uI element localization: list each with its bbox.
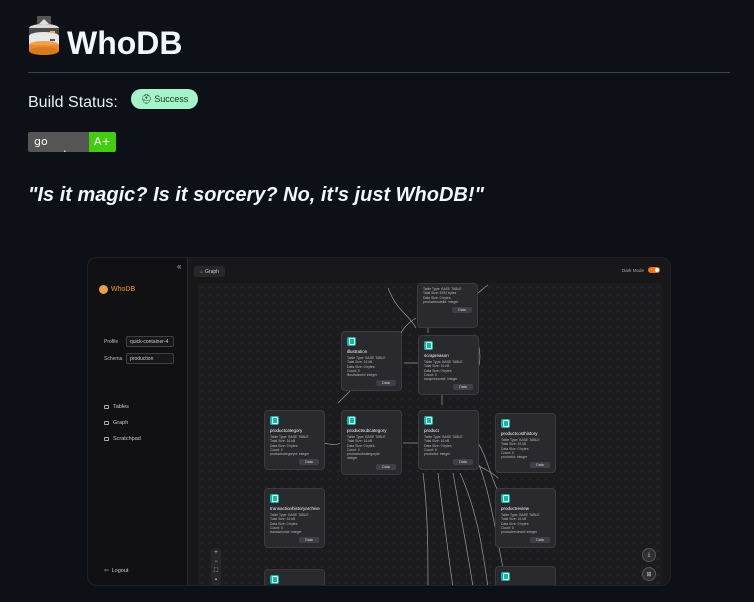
page-title: WhoDB [67, 25, 183, 61]
table-node-productreview[interactable]: productreview Table Type: BASE TABLE Tot… [495, 488, 556, 549]
schema-select[interactable]: production [126, 353, 174, 364]
app-brand-name: WhoDB [111, 286, 136, 293]
table-node-illustration[interactable]: illustration Table Type: BASE TABLE Tota… [341, 331, 402, 392]
table-node[interactable] [495, 566, 556, 585]
schema-row: Schema production [104, 353, 174, 364]
node-line: productcategoryid: integer [270, 452, 310, 457]
whodb-logo-icon [29, 16, 59, 55]
nav-label: Graph [113, 420, 129, 426]
node-line: productid: integer [501, 455, 528, 460]
tagline-quote: "Is it magic? Is it sorcery? No, it's ju… [28, 184, 485, 206]
fit-view-button[interactable]: ⛶ [211, 567, 221, 576]
database-icon [501, 572, 510, 581]
app-brand: WhoDB [99, 285, 135, 294]
logout-button[interactable]: ⇦ Logout [104, 568, 128, 574]
table-node-productcosthistory[interactable]: productcosthistory Table Type: BASE TABL… [495, 413, 556, 474]
node-line: productid: integer [424, 452, 451, 457]
node-name: productcategory [270, 428, 303, 433]
app-sidebar: « WhoDB Profile quick-container-4 Schema… [88, 258, 188, 585]
table-icon [104, 405, 109, 409]
database-icon [270, 416, 279, 425]
breadcrumb-label: Graph [205, 268, 219, 275]
node-line: integer [347, 456, 358, 461]
table-node-product[interactable]: product Table Type: BASE TABLE Total Siz… [418, 410, 479, 471]
node-name: productreview [501, 506, 530, 511]
dark-mode-toggle[interactable]: Dark Mode [622, 267, 660, 273]
node-line: productreviewid: integer [501, 530, 537, 535]
node-data-button[interactable]: Data [453, 459, 473, 466]
node-line: scrapreasonid: integer [424, 377, 458, 382]
node-name: transactionhistoryarchive [270, 506, 320, 511]
database-icon [501, 419, 510, 428]
table-node-productcategory[interactable]: productcategory Table Type: BASE TABLE T… [264, 410, 325, 471]
node-name: productcosthistory [501, 431, 538, 436]
node-name: product [424, 428, 440, 433]
database-icon [424, 416, 433, 425]
app-screenshot: « WhoDB Profile quick-container-4 Schema… [87, 257, 671, 586]
layout-button[interactable]: ⊞ [642, 567, 656, 581]
database-icon [270, 494, 279, 503]
collapse-sidebar-icon[interactable]: « [177, 262, 181, 271]
profile-select[interactable]: quick-container-4 [126, 336, 174, 347]
app-logo-icon [99, 285, 108, 294]
node-name: scrapreason [424, 353, 449, 358]
logout-label: Logout [111, 568, 129, 574]
node-data-button[interactable]: Data [453, 384, 473, 391]
scratchpad-icon [104, 437, 109, 441]
node-name: illustration [347, 349, 368, 354]
schema-label: Schema [104, 355, 123, 362]
table-node[interactable]: Table Type: BASE TABLE Total Size: 8192 … [417, 283, 478, 328]
toggle-switch[interactable] [648, 267, 660, 273]
goreport-badge[interactable]: go report A+ [28, 132, 116, 152]
database-icon [347, 337, 356, 346]
download-button[interactable]: ⤓ [642, 548, 656, 562]
database-icon [270, 575, 279, 584]
app-main: ⌂ Graph Dark Mode Table Type: BASE TABLE… [188, 258, 670, 585]
database-icon [347, 416, 356, 425]
build-status-text: Success [154, 94, 189, 104]
node-data-button[interactable]: Data [530, 537, 550, 544]
node-data-button[interactable]: Data [376, 463, 396, 470]
goreport-label: go report [28, 132, 89, 152]
nav-label: Scratchpad [113, 436, 141, 442]
build-status-label: Build Status: [28, 94, 118, 111]
table-node[interactable] [264, 569, 325, 585]
layout-icon: ⊞ [646, 571, 652, 578]
node-data-button[interactable]: Data [376, 380, 396, 387]
table-node-productsubcategory[interactable]: productsubcategory Table Type: BASE TABL… [341, 410, 402, 475]
graph-icon [104, 421, 109, 425]
node-data-button[interactable]: Data [530, 462, 550, 469]
logout-icon: ⇦ [104, 568, 109, 574]
dark-mode-label: Dark Mode [621, 267, 644, 273]
profile-row: Profile quick-container-4 [104, 336, 174, 347]
zoom-in-button[interactable]: + [211, 549, 221, 558]
breadcrumb-graph[interactable]: ⌂ Graph [194, 266, 225, 277]
readme-header: WhoDB [28, 12, 730, 73]
node-line: transactionid: integer [270, 530, 302, 535]
download-icon: ⤓ [647, 551, 651, 558]
database-icon [424, 341, 433, 350]
graph-canvas[interactable]: Table Type: BASE TABLE Total Size: 8192 … [198, 283, 662, 585]
node-name: productsubcategory [347, 428, 387, 433]
build-status-badge[interactable]: ⛑ Success [131, 89, 198, 109]
node-line: productmodelid: integer [423, 299, 459, 304]
goreport-grade: A+ [89, 132, 116, 152]
table-node-scrapreason[interactable]: scrapreason Table Type: BASE TABLE Total… [418, 335, 479, 396]
zoom-out-button[interactable]: − [211, 558, 221, 567]
rocket-icon: ⛑ [140, 93, 153, 104]
zoom-controls: + − ⛶ ▪ [211, 549, 221, 585]
node-data-button[interactable]: Data [299, 537, 319, 544]
table-node-transactionhistoryarchive[interactable]: transactionhistoryarchive Table Type: BA… [264, 488, 325, 549]
nav-item-graph[interactable]: Graph [104, 420, 128, 426]
node-data-button[interactable]: Data [299, 459, 319, 466]
lock-button[interactable]: ▪ [211, 576, 221, 585]
nav-item-scratchpad[interactable]: Scratchpad [104, 436, 141, 442]
nav-label: Tables [113, 404, 129, 410]
database-icon [501, 494, 510, 503]
node-data-button[interactable]: Data [452, 307, 472, 314]
home-icon: ⌂ [200, 268, 204, 275]
nav-item-tables[interactable]: Tables [104, 404, 129, 410]
profile-label: Profile [104, 338, 119, 345]
node-line: illustrationid: integer [347, 373, 378, 378]
